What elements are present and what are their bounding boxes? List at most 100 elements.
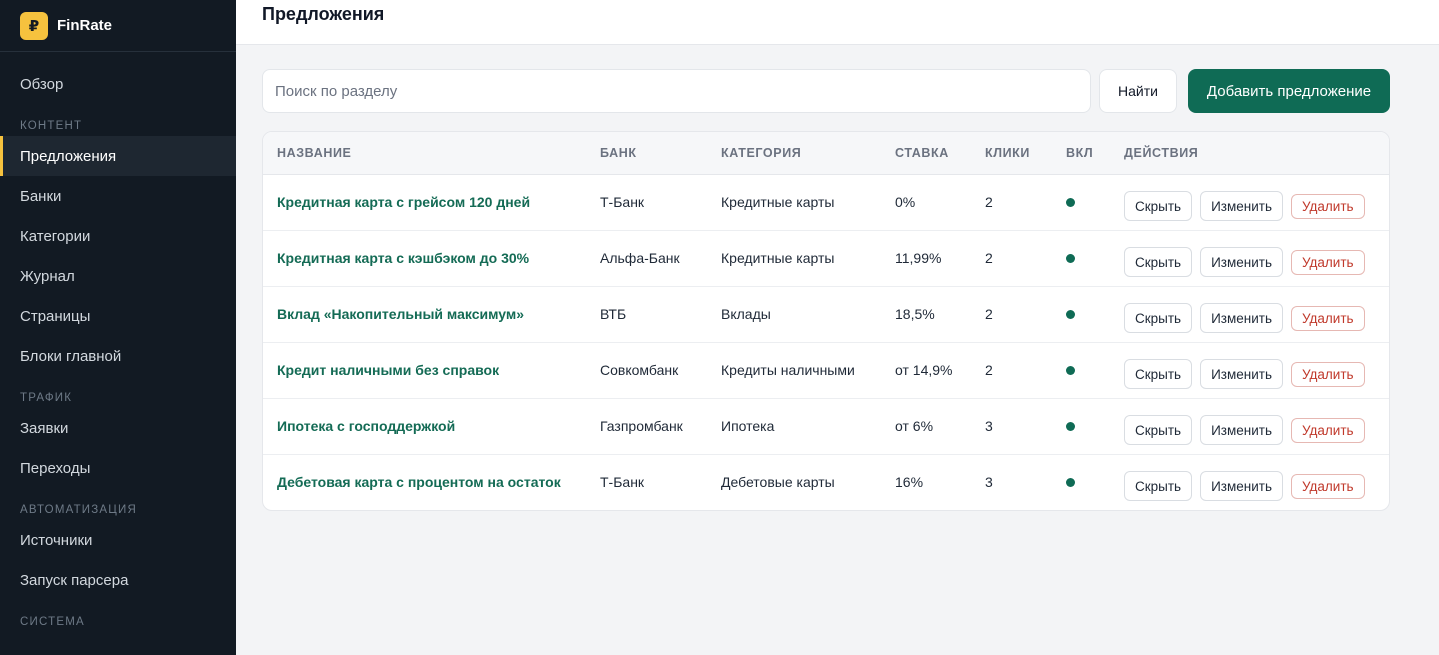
edit-button[interactable]: Изменить xyxy=(1200,247,1283,277)
app-name: FinRate xyxy=(57,17,113,34)
enabled-status-dot-icon[interactable] xyxy=(1066,198,1075,207)
offer-name-link[interactable]: Кредитная карта с кэшбэком до 30% xyxy=(263,230,586,287)
sidebar-item[interactable]: Блоки главной xyxy=(0,336,236,376)
offer-rate: 18,5% xyxy=(881,286,971,343)
delete-button[interactable]: Удалить xyxy=(1291,417,1365,443)
hide-button[interactable]: Скрыть xyxy=(1124,303,1193,333)
delete-button[interactable]: Удалить xyxy=(1291,305,1365,331)
find-button[interactable]: Найти xyxy=(1099,69,1177,113)
offer-actions-cell: Скрыть Изменить Удалить xyxy=(1110,454,1389,510)
delete-button[interactable]: Удалить xyxy=(1291,361,1365,387)
table-row: Кредитная карта с кэшбэком до 30% Альфа-Б… xyxy=(263,230,1389,287)
offer-actions-cell: Скрыть Изменить Удалить xyxy=(1110,230,1389,287)
sidebar: ₽ FinRate Обзор КОНТЕНТ Предложения Банки Ка… xyxy=(0,0,236,655)
edit-button[interactable]: Изменить xyxy=(1200,471,1283,502)
offer-clicks: 3 xyxy=(985,474,993,491)
hide-button[interactable]: Скрыть xyxy=(1124,247,1193,277)
table-row: Кредитная карта с грейсом 120 дней Т-Банк… xyxy=(263,174,1389,231)
offer-actions-cell: Скрыть Изменить Удалить xyxy=(1110,342,1389,399)
column-header-enabled: ВКЛ xyxy=(1052,132,1110,175)
offer-enabled-cell xyxy=(1052,230,1110,287)
sidebar-item[interactable]: Страницы xyxy=(0,296,236,336)
toolbar: Найти Добавить предложение xyxy=(262,69,1390,113)
column-header-bank: БАНК xyxy=(586,132,707,175)
offer-rate: 11,99% xyxy=(881,230,971,287)
edit-button[interactable]: Изменить xyxy=(1200,191,1283,221)
enabled-status-dot-icon[interactable] xyxy=(1066,254,1075,263)
sidebar-section-heading: АВТОМАТИЗАЦИЯ xyxy=(20,504,137,516)
offer-enabled-cell xyxy=(1052,286,1110,343)
hide-button[interactable]: Скрыть xyxy=(1124,415,1193,445)
offer-enabled-cell xyxy=(1052,342,1110,399)
hide-button[interactable]: Скрыть xyxy=(1124,191,1193,221)
enabled-status-dot-icon[interactable] xyxy=(1066,478,1075,488)
column-header-actions: ДЕЙСТВИЯ xyxy=(1110,132,1389,175)
offer-rate: 16% xyxy=(895,474,924,491)
offer-category: Дебетовые карты xyxy=(721,474,835,491)
enabled-status-dot-icon[interactable] xyxy=(1066,366,1075,375)
edit-button[interactable]: Изменить xyxy=(1200,415,1283,445)
sidebar-section-heading: ТРАФИК xyxy=(20,392,73,404)
offer-enabled-cell xyxy=(1052,454,1110,510)
offer-category: Вклады xyxy=(707,286,881,343)
sidebar-item[interactable]: Переходы xyxy=(0,448,236,488)
offer-clicks: 2 xyxy=(971,286,1052,343)
sidebar-section-heading: СИСТЕМА xyxy=(20,616,85,628)
sidebar-item[interactable]: Источники xyxy=(0,520,236,560)
hide-button[interactable]: Скрыть xyxy=(1124,359,1193,389)
offer-clicks: 2 xyxy=(971,174,1052,231)
topbar: Предложения xyxy=(236,0,1439,45)
search-input[interactable] xyxy=(262,69,1091,113)
ruble-logo-icon: ₽ xyxy=(20,11,48,40)
delete-button[interactable]: Удалить xyxy=(1291,473,1365,499)
offer-name-link[interactable]: Ипотека с господдержкой xyxy=(263,398,586,455)
offer-enabled-cell xyxy=(1052,174,1110,231)
offer-bank: Т-Банк xyxy=(600,474,645,491)
offer-actions-cell: Скрыть Изменить Удалить xyxy=(1110,398,1389,455)
sidebar-item[interactable]: Банки xyxy=(0,176,236,216)
column-header-category: КАТЕГОРИЯ xyxy=(707,132,881,175)
column-header-clicks: КЛИКИ xyxy=(971,132,1052,175)
offers-table: НАЗВАНИЕ БАНК КАТЕГОРИЯ СТАВКА КЛИКИ ВКЛ… xyxy=(262,131,1390,511)
offer-bank: Т-Банк xyxy=(586,174,707,231)
offer-name-link[interactable]: Кредитная карта с грейсом 120 дней xyxy=(263,174,586,231)
delete-button[interactable]: Удалить xyxy=(1291,249,1365,275)
main-content: Предложения Найти Добавить предложение Н… xyxy=(236,0,1439,655)
offer-name-link[interactable]: Кредит наличными без справок xyxy=(263,342,586,399)
offer-actions-cell: Скрыть Изменить Удалить xyxy=(1110,286,1389,343)
offer-category: Кредитные карты xyxy=(707,174,881,231)
offer-name-link[interactable]: Вклад «Накопительный максимум» xyxy=(263,286,586,343)
add-offer-button[interactable]: Добавить предложение xyxy=(1188,69,1390,113)
edit-button[interactable]: Изменить xyxy=(1200,303,1283,333)
sidebar-item[interactable]: Заявки xyxy=(0,408,236,448)
hide-button[interactable]: Скрыть xyxy=(1124,471,1193,502)
offer-category: Ипотека xyxy=(707,398,881,455)
offer-clicks: 3 xyxy=(971,398,1052,455)
sidebar-nav: Обзор КОНТЕНТ Предложения Банки Категории Жур… xyxy=(0,52,236,632)
enabled-status-dot-icon[interactable] xyxy=(1066,310,1075,319)
offer-name-link[interactable]: Дебетовая карта с процентом на остаток xyxy=(263,454,586,510)
offer-enabled-cell xyxy=(1052,398,1110,455)
offer-actions-cell: Скрыть Изменить Удалить xyxy=(1110,174,1389,231)
delete-button[interactable]: Удалить xyxy=(1291,193,1365,219)
sidebar-item[interactable]: Запуск парсера xyxy=(0,560,236,600)
offer-bank: Газпромбанк xyxy=(586,398,707,455)
offer-bank: ВТБ xyxy=(586,286,707,343)
offer-rate: от 6% xyxy=(881,398,971,455)
table-header-row: НАЗВАНИЕ БАНК КАТЕГОРИЯ СТАВКА КЛИКИ ВКЛ… xyxy=(263,132,1389,175)
sidebar-item[interactable]: Предложения xyxy=(0,136,236,176)
brand[interactable]: ₽ FinRate xyxy=(0,0,236,52)
offer-bank: Альфа-Банк xyxy=(586,230,707,287)
table-row: Дебетовая карта с процентом на остаток Т-… xyxy=(263,454,1389,510)
sidebar-item[interactable]: Категории xyxy=(0,216,236,256)
edit-button[interactable]: Изменить xyxy=(1200,359,1283,389)
column-header-name: НАЗВАНИЕ xyxy=(263,132,586,175)
offer-rate: 0% xyxy=(881,174,971,231)
enabled-status-dot-icon[interactable] xyxy=(1066,422,1075,431)
offer-category: Кредитные карты xyxy=(707,230,881,287)
sidebar-item[interactable]: Обзор xyxy=(0,64,236,104)
sidebar-section-heading: КОНТЕНТ xyxy=(20,120,83,132)
table-row: Кредит наличными без справок Совкомбанк Кр… xyxy=(263,342,1389,399)
offer-bank: Совкомбанк xyxy=(586,342,707,399)
sidebar-item[interactable]: Журнал xyxy=(0,256,236,296)
